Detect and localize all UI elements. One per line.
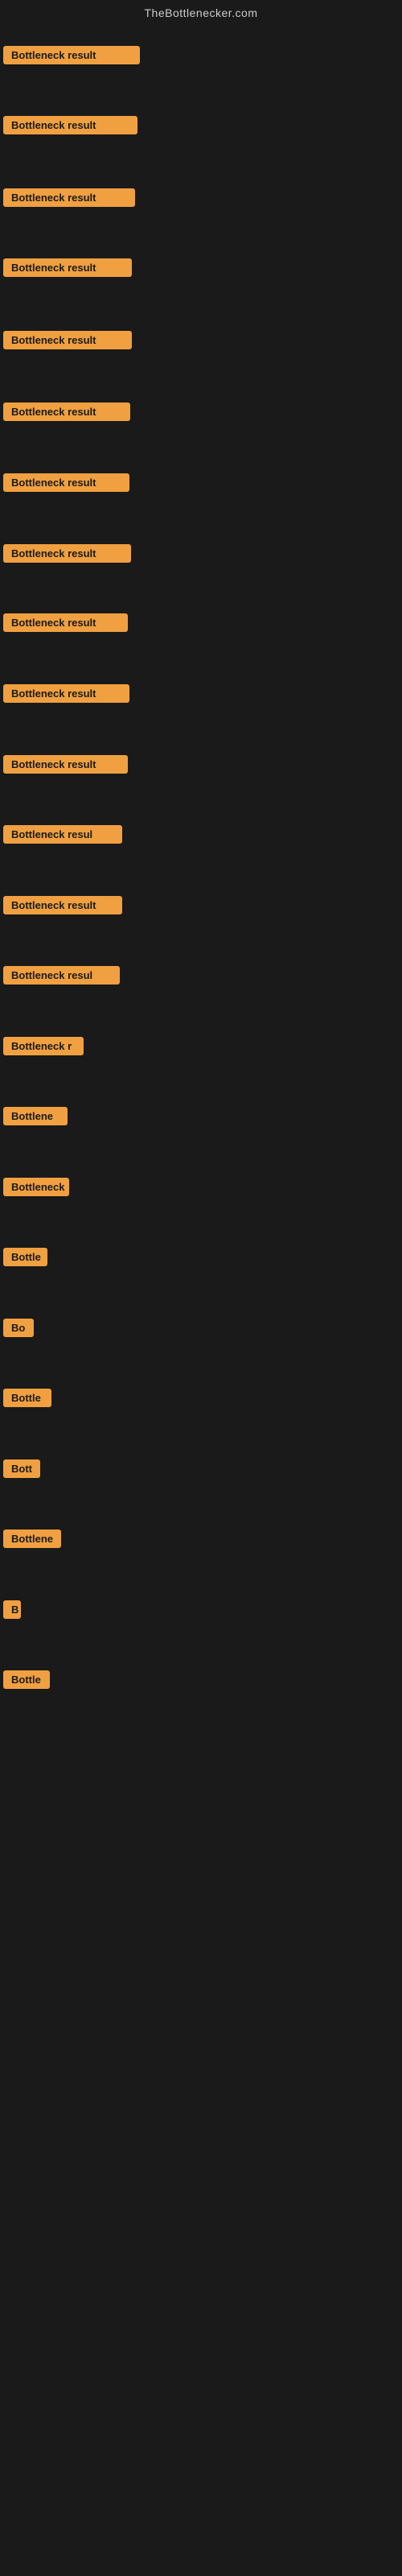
bottleneck-badge-row-22: Bottlene [3, 1530, 61, 1552]
bottleneck-badge-row-12: Bottleneck resul [3, 825, 122, 848]
bottleneck-badge-row-24: Bottle [3, 1670, 50, 1693]
bottleneck-badge-row-7: Bottleneck result [3, 473, 129, 496]
bottleneck-badge-3: Bottleneck result [3, 188, 135, 207]
bottleneck-badge-18: Bottle [3, 1248, 47, 1266]
bottleneck-badge-5: Bottleneck result [3, 331, 132, 349]
bottleneck-badge-24: Bottle [3, 1670, 50, 1689]
bottleneck-badge-21: Bott [3, 1459, 40, 1478]
bottleneck-badge-row-14: Bottleneck resul [3, 966, 120, 989]
bottleneck-badge-row-11: Bottleneck result [3, 755, 128, 778]
bottleneck-badge-row-19: Bo [3, 1319, 34, 1341]
bottleneck-badge-row-21: Bott [3, 1459, 40, 1482]
bottleneck-badge-row-8: Bottleneck result [3, 544, 131, 567]
bottleneck-badge-17: Bottleneck [3, 1178, 69, 1196]
bottleneck-badge-19: Bo [3, 1319, 34, 1337]
bottleneck-badge-22: Bottlene [3, 1530, 61, 1548]
bottleneck-badge-6: Bottleneck result [3, 402, 130, 421]
bottleneck-badge-14: Bottleneck resul [3, 966, 120, 985]
bottleneck-badge-row-1: Bottleneck result [3, 46, 140, 68]
bottleneck-badge-7: Bottleneck result [3, 473, 129, 492]
bottleneck-badge-12: Bottleneck resul [3, 825, 122, 844]
bottleneck-badge-row-2: Bottleneck result [3, 116, 137, 138]
bottleneck-badge-15: Bottleneck r [3, 1037, 84, 1055]
bottleneck-badge-9: Bottleneck result [3, 613, 128, 632]
bottleneck-badge-row-3: Bottleneck result [3, 188, 135, 211]
bottleneck-badge-row-17: Bottleneck [3, 1178, 69, 1200]
bottleneck-badge-20: Bottle [3, 1389, 51, 1407]
bottleneck-badge-16: Bottlene [3, 1107, 68, 1125]
bottleneck-badge-row-18: Bottle [3, 1248, 47, 1270]
bottleneck-badge-10: Bottleneck result [3, 684, 129, 703]
bottleneck-badge-row-5: Bottleneck result [3, 331, 132, 353]
bottleneck-badge-2: Bottleneck result [3, 116, 137, 134]
bottleneck-badge-11: Bottleneck result [3, 755, 128, 774]
bottleneck-badge-row-15: Bottleneck r [3, 1037, 84, 1059]
bottleneck-badge-8: Bottleneck result [3, 544, 131, 563]
bottleneck-badge-row-10: Bottleneck result [3, 684, 129, 707]
site-title: TheBottlenecker.com [0, 0, 402, 23]
bottleneck-badge-row-16: Bottlene [3, 1107, 68, 1129]
bottleneck-badge-row-23: B [3, 1600, 21, 1623]
bottleneck-badge-1: Bottleneck result [3, 46, 140, 64]
bottleneck-badge-4: Bottleneck result [3, 258, 132, 277]
bottleneck-badge-row-4: Bottleneck result [3, 258, 132, 281]
bottleneck-badge-row-6: Bottleneck result [3, 402, 130, 425]
bottleneck-badge-row-9: Bottleneck result [3, 613, 128, 636]
bottleneck-badge-row-13: Bottleneck result [3, 896, 122, 919]
bottleneck-badge-row-20: Bottle [3, 1389, 51, 1411]
bottleneck-badge-13: Bottleneck result [3, 896, 122, 914]
bottleneck-badge-23: B [3, 1600, 21, 1619]
